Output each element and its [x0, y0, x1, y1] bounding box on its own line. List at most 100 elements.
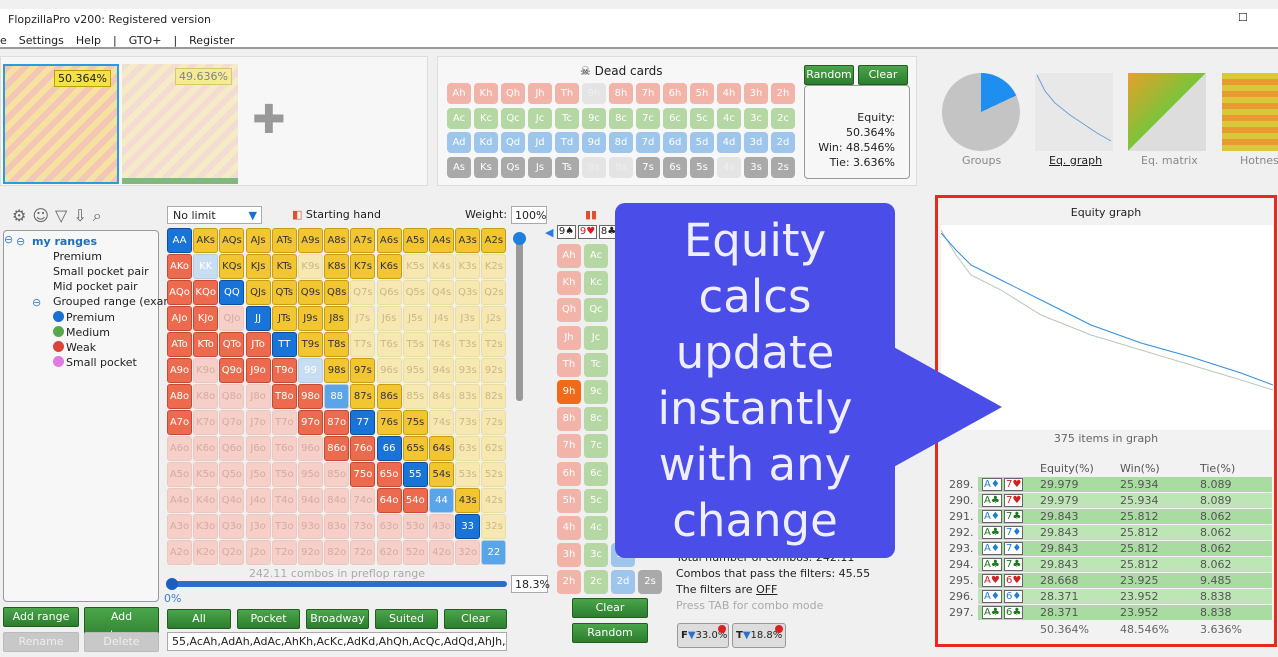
- hand-cell-K4o[interactable]: K4o: [193, 488, 219, 513]
- menu-item[interactable]: Settings: [19, 34, 64, 47]
- hand-cell-Q5s[interactable]: Q5s: [402, 280, 428, 305]
- tree-item[interactable]: Premium: [53, 250, 102, 263]
- range-percent-slider[interactable]: [166, 578, 507, 590]
- dead-card[interactable]: Qs: [501, 156, 525, 178]
- equity-table-row[interactable]: 291. A♦ 7♣ 29.843 25.812 8.062: [946, 509, 1272, 524]
- hand-cell-63s[interactable]: 63s: [455, 436, 481, 461]
- hand-cell-77[interactable]: 77: [350, 410, 376, 435]
- equity-table-row[interactable]: 293. A♦ 7♦ 29.843 25.812 8.062: [946, 541, 1272, 556]
- board-card-picker-Ah[interactable]: Ah: [557, 244, 581, 268]
- dead-card[interactable]: 7c: [636, 107, 660, 129]
- board-card-picker-Qh[interactable]: Qh: [557, 298, 581, 323]
- hand-cell-64s[interactable]: 64s: [429, 436, 454, 461]
- hand-cell-Q3o[interactable]: Q3o: [219, 514, 245, 539]
- board-card-picker-2d[interactable]: 2d: [611, 570, 635, 595]
- board-card-picker-Jc[interactable]: Jc: [584, 325, 608, 350]
- hand-cell-Q4o[interactable]: Q4o: [219, 488, 245, 513]
- hand-cell-65o[interactable]: 65o: [376, 462, 402, 487]
- hand-cell-A7o[interactable]: A7o: [167, 410, 192, 435]
- hand-cell-75s[interactable]: 75s: [402, 410, 428, 435]
- view-groups[interactable]: Groups: [962, 154, 1001, 167]
- hand-cell-AQs[interactable]: AQs: [219, 228, 245, 253]
- range-text-input[interactable]: 55,AcAh,AdAh,AdAc,AhKh,AcKc,AdKd,AhQh,Ac…: [167, 632, 507, 651]
- tree-group-item[interactable]: Weak: [53, 341, 96, 354]
- board-card-picker-2c[interactable]: 2c: [584, 570, 608, 595]
- hand-cell-J4s[interactable]: J4s: [429, 306, 454, 331]
- hand-cell-K8o[interactable]: K8o: [193, 384, 219, 409]
- hand-cell-ATs[interactable]: ATs: [271, 228, 297, 253]
- hand-cell-54s[interactable]: 54s: [429, 462, 454, 487]
- hand-cell-J6s[interactable]: J6s: [376, 306, 402, 331]
- hand-cell-96o[interactable]: 96o: [298, 436, 323, 461]
- hand-cell-54o[interactable]: 54o: [402, 488, 428, 513]
- dead-card[interactable]: As: [447, 156, 471, 178]
- dead-card[interactable]: 3d: [744, 132, 768, 153]
- hand-cell-A3s[interactable]: A3s: [455, 228, 481, 253]
- hand-cell-A2o[interactable]: A2o: [167, 540, 192, 565]
- dead-card[interactable]: Th: [555, 83, 579, 104]
- range-percent-input[interactable]: 18.3%: [511, 575, 550, 593]
- hand-cell-62o[interactable]: 62o: [376, 540, 402, 565]
- hand-cell-QTo[interactable]: QTo: [219, 332, 245, 357]
- hand-cell-J7s[interactable]: J7s: [350, 306, 376, 331]
- hand-cell-A2s[interactable]: A2s: [481, 228, 507, 253]
- hand-cell-44[interactable]: 44: [429, 488, 454, 513]
- limit-select[interactable]: No limit ▼: [167, 206, 262, 224]
- hand-cell-AA[interactable]: AA: [167, 228, 192, 253]
- hand-cell-T5o[interactable]: T5o: [271, 462, 297, 487]
- dead-card[interactable]: 8s: [609, 156, 633, 178]
- dead-card[interactable]: 3c: [744, 107, 768, 129]
- hand-cell-74o[interactable]: 74o: [350, 488, 376, 513]
- hand-cell-T2o[interactable]: T2o: [271, 540, 297, 565]
- hand-cell-63o[interactable]: 63o: [376, 514, 402, 539]
- board-card-picker-Jh[interactable]: Jh: [557, 325, 581, 350]
- hand-cell-T7o[interactable]: T7o: [271, 410, 297, 435]
- equity-table-row[interactable]: 292. A♣ 7♦ 29.843 25.812 8.062: [946, 525, 1272, 540]
- board-card[interactable]: 9♥: [578, 225, 597, 239]
- hand-cell-T4o[interactable]: T4o: [271, 488, 297, 513]
- hand-cell-Q6o[interactable]: Q6o: [219, 436, 245, 461]
- hand-cell-J8o[interactable]: J8o: [245, 384, 271, 409]
- board-card-picker-Th[interactable]: Th: [557, 352, 581, 377]
- board-card-picker-Qc[interactable]: Qc: [584, 298, 608, 323]
- hand-cell-64o[interactable]: 64o: [376, 488, 402, 513]
- hand-cell-JJ[interactable]: JJ: [245, 306, 271, 331]
- hand-cell-A8o[interactable]: A8o: [167, 384, 192, 409]
- equity-table-row[interactable]: 289. A♦ 7♥ 29.979 25.934 8.089: [946, 477, 1272, 492]
- hand-cell-AJo[interactable]: AJo: [167, 306, 192, 331]
- dead-card[interactable]: 5h: [690, 83, 714, 104]
- dead-card[interactable]: 7d: [636, 132, 660, 153]
- dead-card[interactable]: Ad: [447, 132, 471, 153]
- hand-cell-52o[interactable]: 52o: [402, 540, 428, 565]
- board-card[interactable]: 9♠: [557, 225, 576, 239]
- hand-cell-97s[interactable]: 97s: [350, 358, 376, 383]
- hand-cell-98s[interactable]: 98s: [324, 358, 350, 383]
- hand-cell-73s[interactable]: 73s: [455, 410, 481, 435]
- hand-cell-J4o[interactable]: J4o: [245, 488, 271, 513]
- dead-card[interactable]: 6c: [663, 107, 687, 129]
- dead-card[interactable]: 4h: [717, 83, 741, 104]
- hand-cell-95o[interactable]: 95o: [298, 462, 323, 487]
- equity-table-row[interactable]: 297. A♣ 6♣ 28.371 23.952 8.838: [946, 605, 1272, 620]
- board-card-picker-Kc[interactable]: Kc: [584, 271, 608, 296]
- board-random-button[interactable]: Random: [572, 623, 648, 643]
- hand-cell-52s[interactable]: 52s: [481, 462, 507, 487]
- hand-cell-KK[interactable]: KK: [193, 254, 219, 279]
- hand-cell-43s[interactable]: 43s: [455, 488, 481, 513]
- eq-graph-thumbnail[interactable]: [1035, 73, 1113, 151]
- hand-cell-Q8s[interactable]: Q8s: [324, 280, 350, 305]
- hand-cell-53s[interactable]: 53s: [455, 462, 481, 487]
- dead-card[interactable]: Ts: [555, 156, 579, 178]
- hand-cell-K6s[interactable]: K6s: [376, 254, 402, 279]
- hand-cell-86o[interactable]: 86o: [324, 436, 350, 461]
- hand-cell-88[interactable]: 88: [324, 384, 350, 409]
- hand-cell-42s[interactable]: 42s: [481, 488, 507, 513]
- view-eq-graph[interactable]: Eq. graph: [1049, 154, 1102, 167]
- board-back-arrow-icon[interactable]: ◀: [545, 226, 553, 239]
- board-card-picker-4c[interactable]: 4c: [584, 516, 608, 540]
- hand-cell-AJs[interactable]: AJs: [245, 228, 271, 253]
- collapse-icon[interactable]: ⊖: [32, 296, 41, 309]
- hand-cell-93o[interactable]: 93o: [298, 514, 323, 539]
- hand-cell-99[interactable]: 99: [298, 358, 323, 383]
- collapse-icon[interactable]: ⊖: [4, 233, 13, 246]
